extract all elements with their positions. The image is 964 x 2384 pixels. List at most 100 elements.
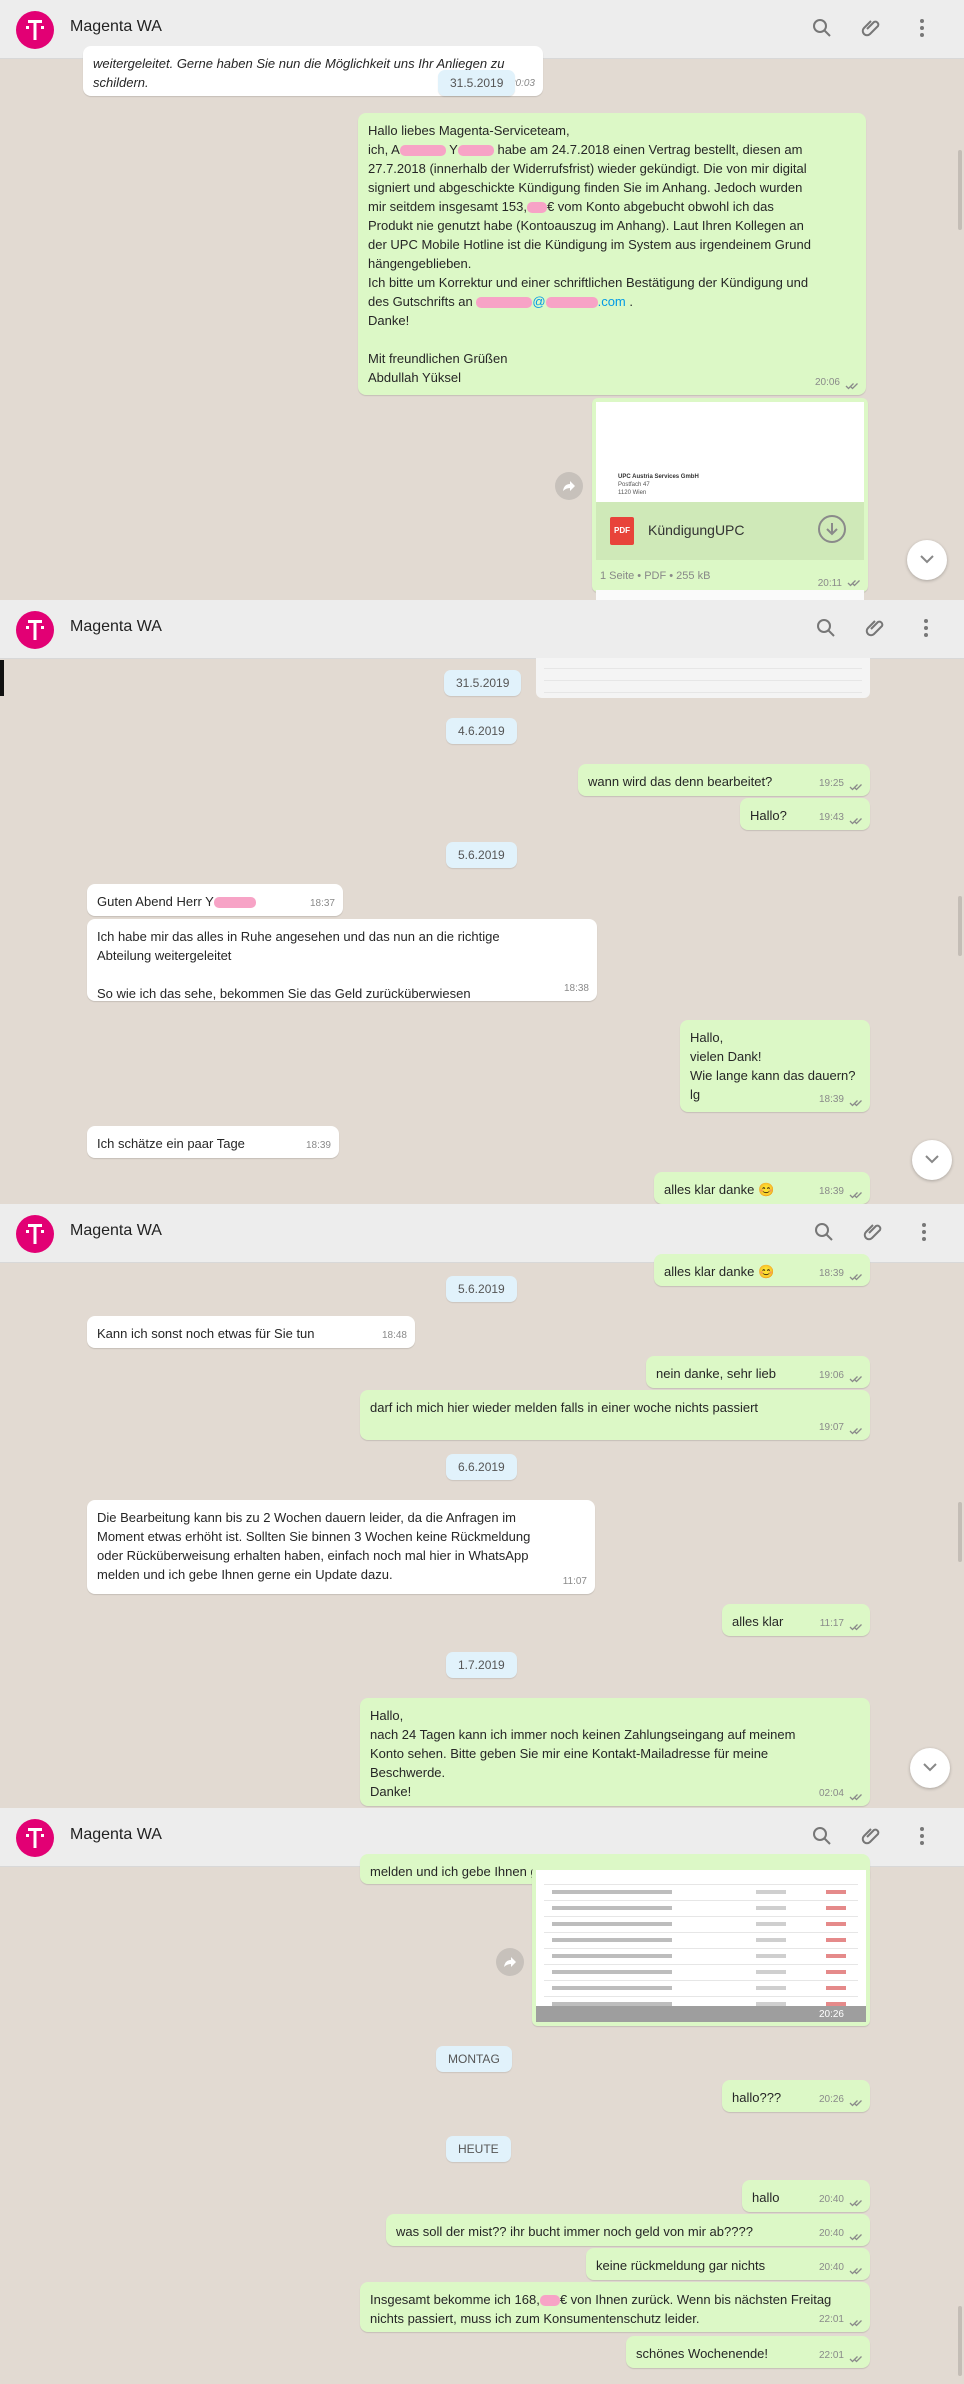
double-check-icon [849,2268,862,2275]
date-chip: 6.6.2019 [446,1454,517,1480]
message-bubble: Hallo, nach 24 Tagen kann ich immer noch… [360,1698,870,1806]
double-check-icon [849,1192,862,1199]
bank-statement-image[interactable] [536,658,870,698]
message-bubble: schönes Wochenende! 22:01 [626,2336,870,2368]
telekom-logo [16,1215,54,1253]
double-check-icon [849,1100,862,1107]
message-bubble: hallo 20:40 [742,2180,870,2212]
double-check-icon [849,1376,862,1383]
message-bubble: keine rückmeldung gar nichts 20:40 [586,2248,870,2280]
forward-icon[interactable] [555,472,583,500]
telekom-logo [16,611,54,649]
message-bubble: Insgesamt bekomme ich 168, € von Ihnen zu… [360,2282,870,2332]
message-bubble: wann wird das denn bearbeitet? 19:25 [578,764,870,796]
double-check-icon [849,1274,862,1281]
chat-panel-2: Magenta WA 31.5.2019 4.6.2019 wann wird … [0,600,964,1204]
menu-icon[interactable] [910,1824,934,1848]
document-meta: 1 Seite • PDF • 255 kB [600,570,711,582]
message-bubble: Kann ich sonst noch etwas für Sie tun 18… [87,1316,415,1348]
double-check-icon [849,2200,862,2207]
bank-statement-message[interactable]: 20:26 [532,1866,870,2026]
menu-icon[interactable] [914,616,938,640]
message-bubble: Die Bearbeitung kann bis zu 2 Wochen dau… [87,1500,595,1594]
document-bar[interactable]: PDF KündigungUPC [596,502,864,560]
message-bubble: Hallo? 19:43 [740,798,870,830]
redacted-text [399,145,446,157]
date-chip: 4.6.2019 [446,718,517,744]
document-preview: UPC Austria Services GmbH Postfach 47 11… [596,402,864,502]
email-link[interactable]: @ [532,294,545,309]
focus-marker [0,660,4,696]
chat-panel-4: Magenta WA melden und ich gebe Ihnen ger… [0,1808,964,2384]
message-bubble: Hallo liebes Magenta-Serviceteam, ich, A… [358,113,866,395]
double-check-icon [847,580,860,587]
pdf-icon: PDF [610,517,634,545]
double-check-icon [849,1428,862,1435]
message-bubble: Ich habe mir das alles in Ruhe angesehen… [87,919,597,1001]
message-bubble: was soll der mist?? ihr bucht immer noch… [386,2214,870,2246]
double-check-icon [849,2320,862,2327]
scrollbar[interactable] [958,2306,962,2376]
message-bubble: alles klar danke 😊 18:39 [654,1172,870,1204]
scrollbar[interactable] [958,1502,962,1562]
message-list[interactable]: melden und ich gebe Ihnen gerne ein Upda… [0,1854,964,2384]
chat-title: Magenta WA [70,1222,162,1239]
menu-icon[interactable] [910,16,934,40]
message-bubble: Guten Abend Herr Y 18:37 [87,884,343,916]
message-list[interactable]: weitergeleitet. Gerne haben Sie nun die … [0,46,964,600]
message-bubble: hallo??? 20:26 [722,2080,870,2112]
attach-icon[interactable] [862,1220,886,1244]
double-check-icon [849,1624,862,1631]
chat-panel-3: Magenta WA alles klar danke 😊 18:39 5.6.… [0,1204,964,1808]
double-check-icon [849,1794,862,1801]
telekom-logo [16,1819,54,1857]
download-icon[interactable] [818,515,846,543]
chat-title: Magenta WA [70,1826,162,1843]
search-icon[interactable] [810,1824,834,1848]
date-chip: 5.6.2019 [446,1276,517,1302]
chat-header: Magenta WA [0,600,964,659]
redacted-text [526,202,547,214]
date-chip: 1.7.2019 [446,1652,517,1678]
search-icon[interactable] [814,616,838,640]
scroll-down-button[interactable] [907,540,947,580]
message-bubble: alles klar danke 😊 18:39 [654,1254,870,1286]
date-chip: 5.6.2019 [446,842,517,868]
scroll-down-button[interactable] [910,1748,950,1788]
message-list[interactable]: alles klar danke 😊 18:39 5.6.2019 Kann i… [0,1254,964,1808]
bank-statement-image[interactable] [596,590,864,600]
menu-icon[interactable] [912,1220,936,1244]
message-bubble: nein danke, sehr lieb 19:06 [646,1356,870,1388]
document-name: KündigungUPC [648,522,745,538]
date-chip: 31.5.2019 [444,670,522,696]
redacted-text [539,2295,560,2307]
message-bubble: alles klar 11:17 [722,1604,870,1636]
attach-icon[interactable] [860,16,884,40]
redacted-text [213,897,256,909]
redacted-text [545,297,598,309]
chat-panel-1: Magenta WA weitergeleitet. Gerne haben S… [0,0,964,600]
message-bubble: Ich schätze ein paar Tage 18:39 [87,1126,339,1158]
document-message[interactable]: UPC Austria Services GmbH Postfach 47 11… [592,398,868,592]
double-check-icon [845,383,858,390]
double-check-icon [849,784,862,791]
attach-icon[interactable] [860,1824,884,1848]
search-icon[interactable] [810,16,834,40]
date-chip: MONTAG [436,2046,512,2072]
double-check-icon [849,2234,862,2241]
search-icon[interactable] [812,1220,836,1244]
attach-icon[interactable] [864,616,888,640]
message-list[interactable]: 31.5.2019 4.6.2019 wann wird das denn be… [0,658,964,1204]
forward-icon[interactable] [496,1948,524,1976]
redacted-text [476,297,533,309]
scrollbar[interactable] [958,150,962,230]
email-link[interactable]: .com [598,294,626,309]
date-chip: HEUTE [446,2136,511,2162]
message-bubble: Hallo, vielen Dank! Wie lange kann das d… [680,1020,870,1112]
scrollbar[interactable] [958,896,962,956]
bank-statement-image[interactable] [536,1870,866,2022]
double-check-icon [849,818,862,825]
telekom-logo [16,11,54,49]
double-check-icon [849,2100,862,2107]
scroll-down-button[interactable] [912,1140,952,1180]
